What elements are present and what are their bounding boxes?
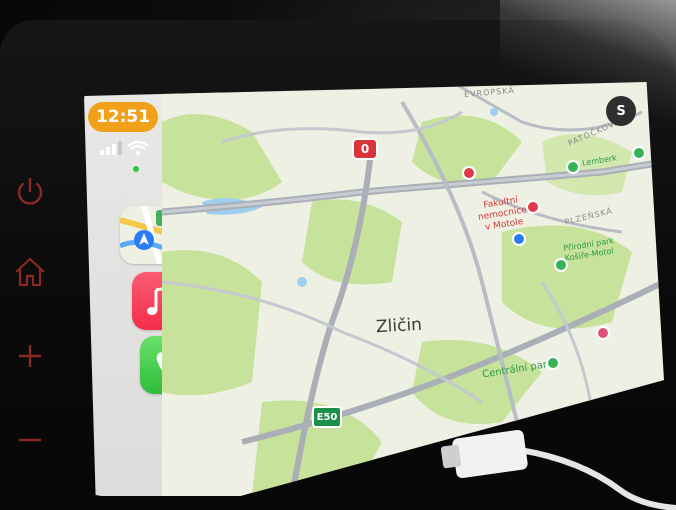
volume-up-icon[interactable] (8, 334, 52, 378)
central-park-poi-icon[interactable] (546, 356, 560, 370)
current-location-icon (512, 232, 526, 246)
shopping-poi-icon[interactable] (596, 326, 610, 340)
wifi-icon (127, 140, 149, 156)
status-indicators (98, 138, 168, 158)
signal-bars-icon (100, 141, 122, 155)
account-avatar-button[interactable]: S (606, 96, 636, 126)
route-number-badge: 0 (352, 138, 378, 160)
park-poi-icon[interactable] (566, 160, 580, 174)
no-entry-poi-icon[interactable] (462, 166, 476, 180)
area-label: Zličin (375, 314, 423, 338)
nature-park-poi-icon[interactable] (554, 258, 568, 272)
home-icon[interactable] (8, 250, 52, 294)
highway-badge: E50 (312, 406, 342, 428)
car-dashboard-photo: 12:51 EVROPSKÁ PATOČKOVA PLZEŇSKÁ Zličin… (0, 0, 676, 510)
mic-active-indicator (133, 166, 139, 172)
hospital-poi-icon[interactable] (526, 200, 540, 214)
volume-down-icon[interactable] (8, 418, 52, 462)
clock-badge: 12:51 (88, 102, 158, 132)
park-poi-icon[interactable] (632, 146, 646, 160)
power-icon[interactable] (8, 170, 52, 214)
usb-cable (440, 429, 676, 510)
